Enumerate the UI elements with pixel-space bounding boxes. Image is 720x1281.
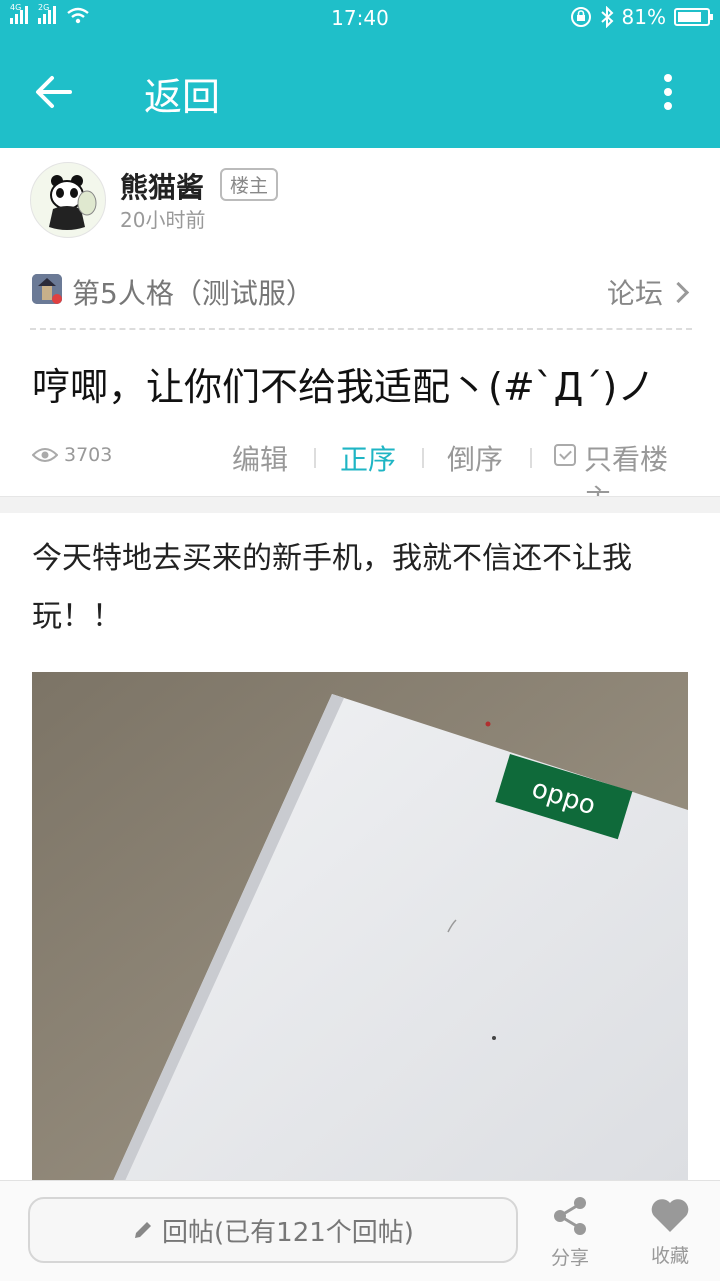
avatar[interactable] <box>30 162 106 238</box>
bluetooth-icon <box>600 6 613 28</box>
pencil-icon <box>135 1222 152 1238</box>
reply-input[interactable]: 回帖(已有121个回帖) <box>28 1197 518 1263</box>
post-header: 熊猫酱 楼主 20小时前 第5人格（测试服） 论坛 哼唧，让你们不给我适配丶(#… <box>0 148 720 516</box>
forum-name: 第5人格（测试服） <box>72 277 314 310</box>
bottom-bar: 回帖(已有121个回帖) 分享 收藏 <box>0 1180 720 1281</box>
favorite-button[interactable]: 收藏 <box>630 1195 710 1268</box>
post-photo[interactable]: oppo <box>32 672 688 1192</box>
separator <box>422 448 424 468</box>
share-label: 分享 <box>550 1247 589 1269</box>
share-button[interactable]: 分享 <box>530 1195 610 1270</box>
more-vertical-icon[interactable] <box>662 74 674 110</box>
view-count: 3703 <box>64 444 113 466</box>
battery-fill <box>678 12 701 22</box>
section-divider <box>0 496 720 513</box>
battery-percent: 81% <box>621 5 666 29</box>
post-title: 哼唧，让你们不给我适配丶(#`Д´)ノ <box>32 365 656 409</box>
game-icon <box>32 274 62 304</box>
checkbox-icon[interactable] <box>554 444 576 466</box>
back-button-label[interactable]: 返回 <box>144 66 220 121</box>
op-badge: 楼主 <box>220 168 279 201</box>
forum-link-label: 论坛 <box>606 277 663 310</box>
separator <box>314 448 316 468</box>
meta-row: 3703 编辑 正序 倒序 只看楼主 <box>32 438 692 516</box>
author-name[interactable]: 熊猫酱 <box>120 166 204 206</box>
post-body: 今天特地去买来的新手机，我就不信还不让我玩！！ <box>32 541 632 634</box>
separator <box>530 448 532 468</box>
order-desc-tab[interactable]: 倒序 <box>447 438 503 478</box>
dashed-divider <box>30 328 692 330</box>
heart-icon <box>651 1199 689 1232</box>
edit-button[interactable]: 编辑 <box>232 438 288 478</box>
phone-box-photo: oppo <box>32 672 688 1192</box>
favorite-label: 收藏 <box>650 1245 689 1267</box>
battery-icon <box>674 8 713 26</box>
app-bar: 返回 <box>0 36 720 148</box>
forum-row[interactable]: 第5人格（测试服） 论坛 <box>32 272 692 310</box>
post-time: 20小时前 <box>120 208 206 232</box>
back-arrow-icon[interactable] <box>32 72 76 112</box>
status-bar: 4G 2G 17:40 81% <box>0 0 720 36</box>
panda-avatar-icon <box>49 175 97 230</box>
chevron-right-icon <box>667 281 690 303</box>
rotation-lock-icon <box>570 7 591 27</box>
share-icon <box>554 1197 586 1235</box>
eye-icon <box>32 448 58 462</box>
forum-link[interactable]: 论坛 <box>606 272 690 312</box>
reply-placeholder: 回帖(已有121个回帖) <box>162 1217 414 1248</box>
order-asc-tab[interactable]: 正序 <box>340 438 396 478</box>
